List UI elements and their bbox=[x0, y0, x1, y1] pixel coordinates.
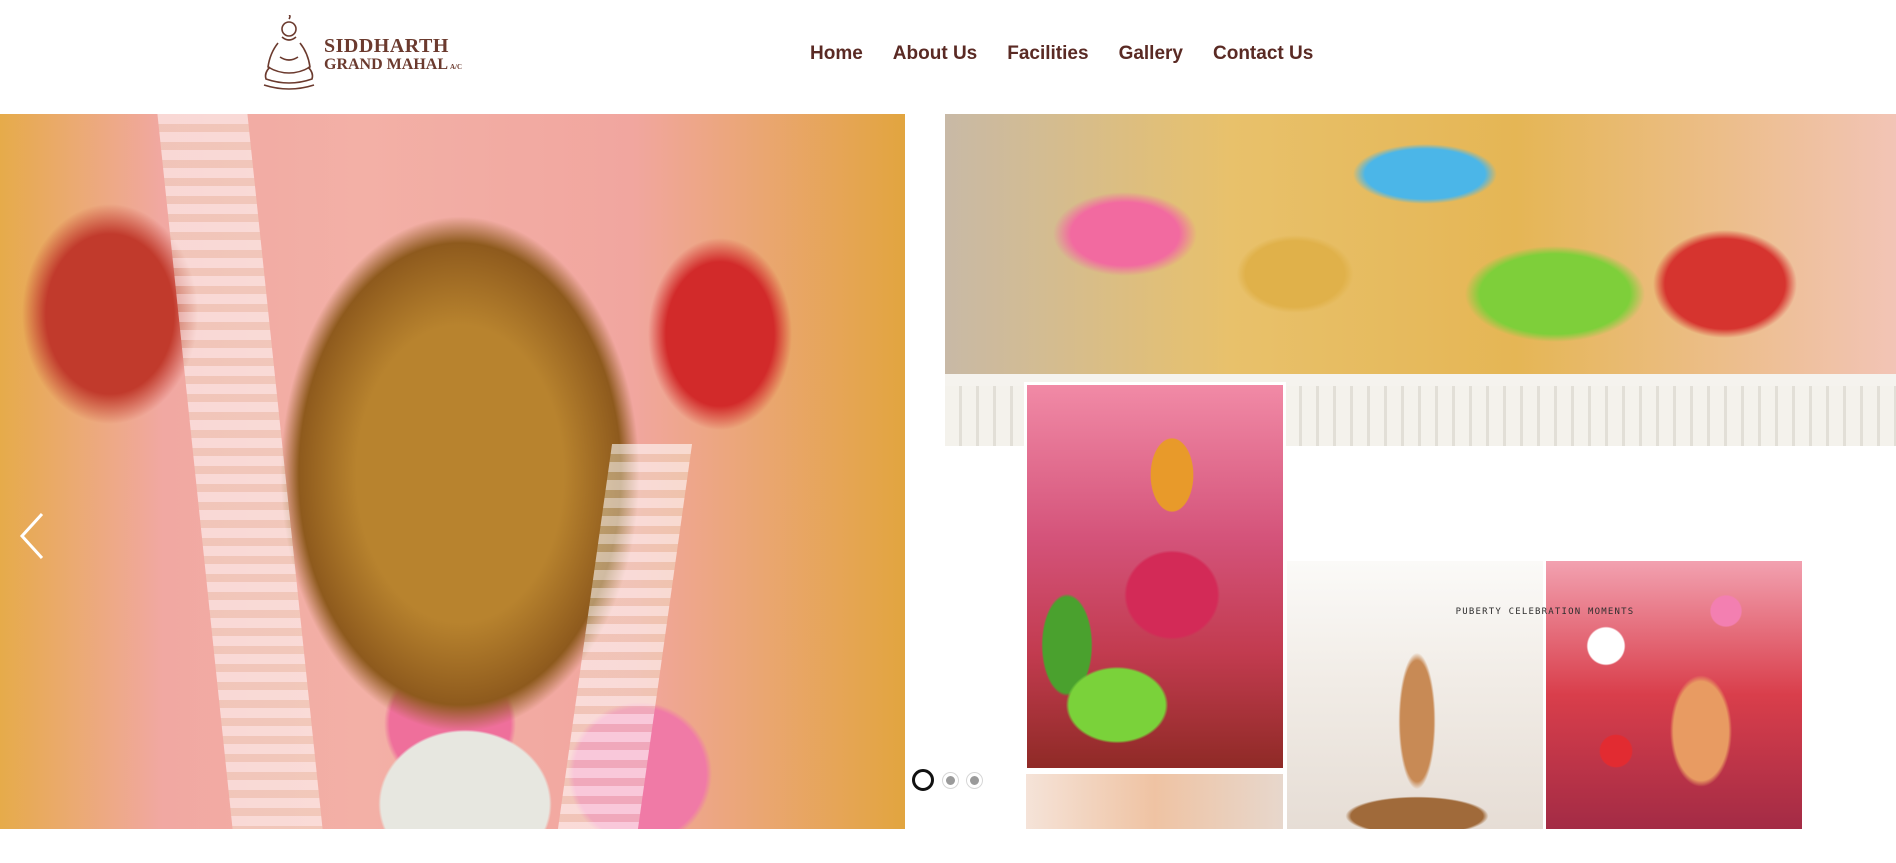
chevron-left-icon bbox=[19, 512, 44, 560]
site-logo[interactable]: SIDDHARTH GRAND MAHAL A/C bbox=[258, 14, 468, 94]
slider-dot-3[interactable] bbox=[967, 772, 982, 788]
chevron-right-icon bbox=[1860, 512, 1885, 560]
logo-line-1: SIDDHARTH bbox=[324, 34, 449, 57]
logo-line-2: GRAND MAHAL bbox=[324, 55, 448, 73]
hero-slider: PUBERTY CELEBRATION MOMENTS bbox=[0, 114, 1896, 829]
main-nav: Home About Us Facilities Gallery Contact… bbox=[810, 43, 1313, 65]
doll-flowers-photo bbox=[1546, 561, 1802, 829]
logo-ac-badge: A/C bbox=[450, 62, 463, 71]
ganesha-idol-photo bbox=[0, 114, 905, 829]
nav-contact-us[interactable]: Contact Us bbox=[1213, 43, 1313, 65]
nav-gallery[interactable]: Gallery bbox=[1119, 43, 1183, 65]
buddha-icon bbox=[263, 15, 315, 90]
nav-facilities[interactable]: Facilities bbox=[1007, 43, 1088, 65]
slider-prev-button[interactable] bbox=[12, 506, 52, 566]
slider-dot-2[interactable] bbox=[943, 772, 958, 788]
bride-photo bbox=[1026, 774, 1283, 829]
slide-caption: PUBERTY CELEBRATION MOMENTS bbox=[1455, 607, 1635, 617]
slider-dot-1[interactable] bbox=[912, 769, 934, 791]
nav-about-us[interactable]: About Us bbox=[893, 43, 977, 65]
site-header: SIDDHARTH GRAND MAHAL A/C Home About Us F… bbox=[0, 0, 1896, 113]
slider-next-button[interactable] bbox=[1852, 506, 1892, 566]
slider-pagination bbox=[912, 769, 982, 791]
brass-lamp-photo bbox=[1287, 561, 1543, 829]
nav-home[interactable]: Home bbox=[810, 43, 863, 65]
kalash-decoration-photo bbox=[1024, 382, 1286, 771]
